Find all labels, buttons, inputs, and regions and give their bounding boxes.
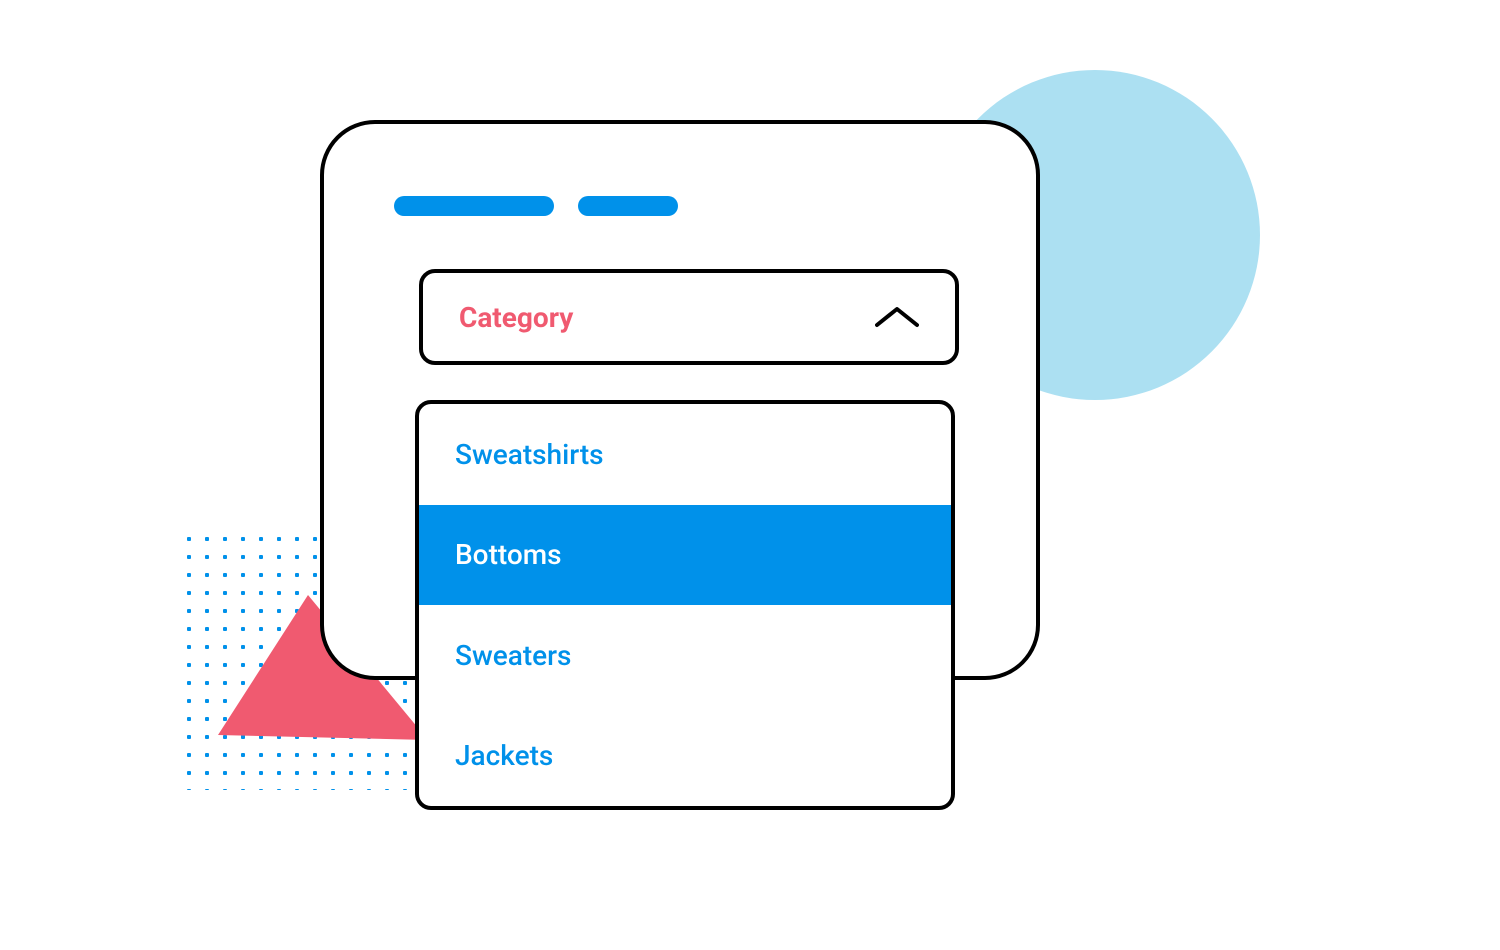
category-dropdown-panel: Sweatshirts Bottoms Sweaters Jackets <box>415 400 955 810</box>
dropdown-option-jackets[interactable]: Jackets <box>419 706 951 807</box>
placeholder-bar <box>394 196 554 216</box>
dropdown-option-label: Jackets <box>455 739 553 772</box>
dropdown-option-label: Bottoms <box>455 538 562 571</box>
chevron-up-icon <box>875 305 919 329</box>
placeholder-bar <box>578 196 678 216</box>
dropdown-option-label: Sweaters <box>455 639 571 672</box>
dropdown-label: Category <box>459 301 573 334</box>
dropdown-option-sweatshirts[interactable]: Sweatshirts <box>419 404 951 505</box>
dropdown-option-label: Sweatshirts <box>455 438 604 471</box>
dropdown-option-bottoms[interactable]: Bottoms <box>419 505 951 606</box>
illustration-stage: Category Sweatshirts Bottoms Sweaters Ja… <box>0 0 1500 950</box>
dropdown-option-sweaters[interactable]: Sweaters <box>419 605 951 706</box>
category-dropdown-trigger[interactable]: Category <box>419 269 959 365</box>
header-placeholder-bars <box>394 196 678 216</box>
